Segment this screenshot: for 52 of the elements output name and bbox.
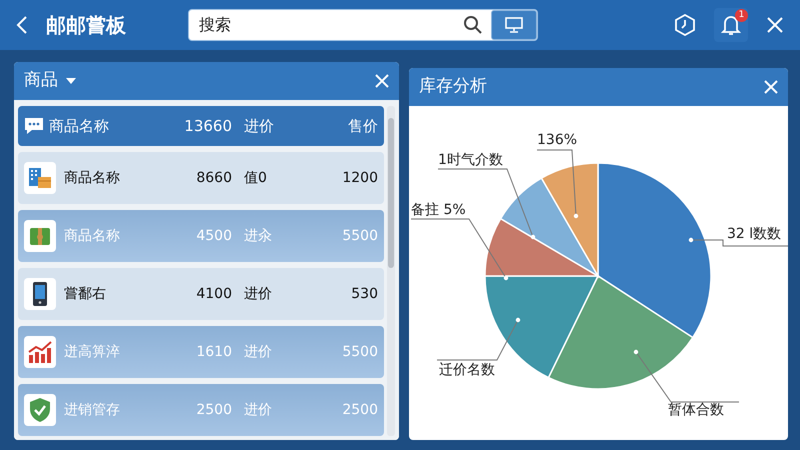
- table-cell-text: 2500: [195, 400, 233, 420]
- search-icon[interactable]: [463, 15, 483, 35]
- table-cell-text: 4500: [195, 226, 233, 246]
- table-cell-text: 1610: [195, 342, 233, 362]
- table-cell-text: 4100: [195, 284, 233, 304]
- table-row[interactable]: 商品名称 8660 值0 1200: [18, 152, 384, 204]
- table-cell-text: 5500: [341, 342, 379, 362]
- notification-button[interactable]: 1: [714, 8, 748, 42]
- slice-label: 32 l数数: [726, 226, 782, 242]
- close-button[interactable]: [764, 80, 778, 94]
- app-title: 邮邮嘗板: [46, 12, 126, 39]
- close-button[interactable]: [374, 74, 389, 88]
- table-cell-text: 嘗鄱右: [64, 284, 106, 304]
- table-cell-text: 1200: [341, 168, 379, 188]
- table-cell-text: 进销管存: [64, 400, 120, 420]
- column-header: 商品名称: [49, 116, 109, 137]
- table-cell-text: 进价: [243, 400, 273, 420]
- table-row[interactable]: 嘗鄱右 4100 进价 530: [18, 268, 384, 320]
- notification-badge: 1: [735, 9, 748, 22]
- monitor-icon: [505, 17, 523, 33]
- table-cell-text: 进汆: [243, 226, 273, 246]
- panel-dropdown[interactable]: 商品: [24, 68, 76, 94]
- chat-icon: [24, 117, 44, 135]
- column-header: 售价: [346, 116, 379, 137]
- caret-icon: [66, 78, 76, 84]
- table-cell-text: 值0: [243, 168, 268, 188]
- slice-label: 备拄 5%: [410, 202, 466, 218]
- column-header: 13660: [183, 116, 233, 137]
- table-cell-text: 进价: [243, 342, 273, 362]
- shield-check-icon: [28, 397, 52, 423]
- table-cell-text: 5500: [341, 226, 379, 246]
- monitor-button[interactable]: [491, 10, 537, 40]
- building-icon: [28, 166, 52, 190]
- search-field[interactable]: 搜索: [188, 9, 538, 41]
- table-cell-text: 530: [350, 284, 379, 304]
- slice-label: 1时气介数: [438, 152, 503, 168]
- chevron-left-icon: [16, 16, 28, 34]
- table-cell-text: 2500: [341, 400, 379, 420]
- table-cell-text: 商品名称: [64, 226, 120, 246]
- table-cell-text: 进价: [243, 284, 273, 304]
- panel-title: 库存分析: [418, 75, 487, 98]
- bell-icon: [721, 14, 741, 36]
- table-cell-text: 8660: [195, 168, 233, 188]
- table-cell-text: 商品名称: [64, 168, 120, 188]
- slice-label: 136%: [536, 132, 578, 148]
- phone-icon: [32, 281, 48, 307]
- scrollbar[interactable]: [386, 106, 395, 436]
- slice-label: 迁价名数: [438, 362, 495, 378]
- table-cell-text: 迸高箅淬: [64, 342, 120, 362]
- column-header: 进价: [243, 116, 275, 137]
- slice-label: 暂体合数: [668, 402, 724, 418]
- bar-chart-icon: [27, 340, 53, 364]
